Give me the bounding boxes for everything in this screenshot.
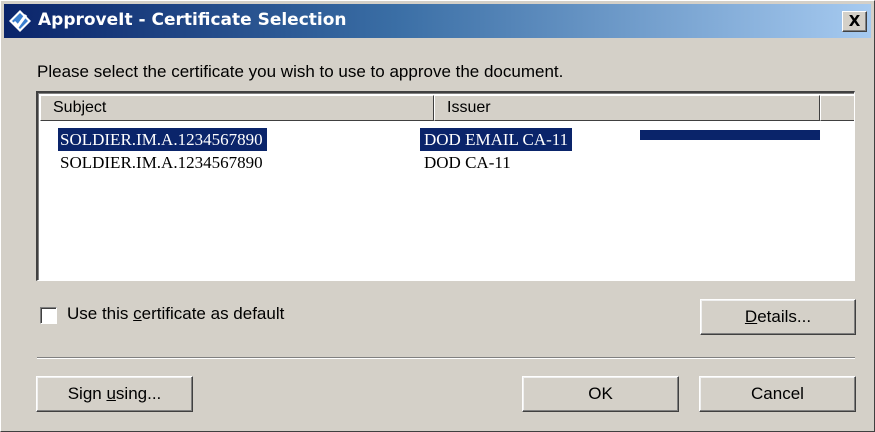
close-button[interactable]: X: [842, 11, 867, 32]
default-certificate-checkbox[interactable]: [40, 307, 57, 324]
close-icon: X: [848, 12, 861, 30]
approveit-logo-icon: [8, 9, 32, 33]
separator: [37, 357, 855, 359]
column-header-subject[interactable]: Subject: [40, 95, 434, 121]
sign-using-button[interactable]: Sign using...: [36, 376, 193, 412]
list-item-issuer: DOD CA-11: [424, 153, 511, 172]
title-bar[interactable]: ApproveIt - Certificate Selection X: [4, 4, 871, 38]
selection-highlight: [639, 129, 821, 141]
ok-button[interactable]: OK: [522, 376, 679, 412]
list-item[interactable]: SOLDIER.IM.A.1234567890 DOD EMAIL CA-11: [38, 128, 854, 151]
certificate-list[interactable]: Subject Issuer SOLDIER.IM.A.1234567890 D…: [36, 91, 855, 281]
list-item-subject: SOLDIER.IM.A.1234567890: [60, 153, 263, 172]
instruction-text: Please select the certificate you wish t…: [37, 62, 564, 81]
list-item-issuer: DOD EMAIL CA-11: [420, 128, 573, 151]
column-header-issuer[interactable]: Issuer: [434, 95, 820, 121]
cancel-button[interactable]: Cancel: [699, 376, 856, 412]
list-item-subject: SOLDIER.IM.A.1234567890: [58, 128, 267, 151]
column-header-filler: [820, 95, 854, 121]
list-item[interactable]: SOLDIER.IM.A.1234567890 DOD CA-11: [38, 151, 854, 174]
certificate-selection-dialog: ApproveIt - Certificate Selection X Plea…: [0, 0, 875, 432]
default-certificate-label[interactable]: Use this certificate as default: [67, 304, 284, 324]
details-button[interactable]: Details...: [700, 299, 856, 335]
window-title: ApproveIt - Certificate Selection: [38, 10, 347, 30]
